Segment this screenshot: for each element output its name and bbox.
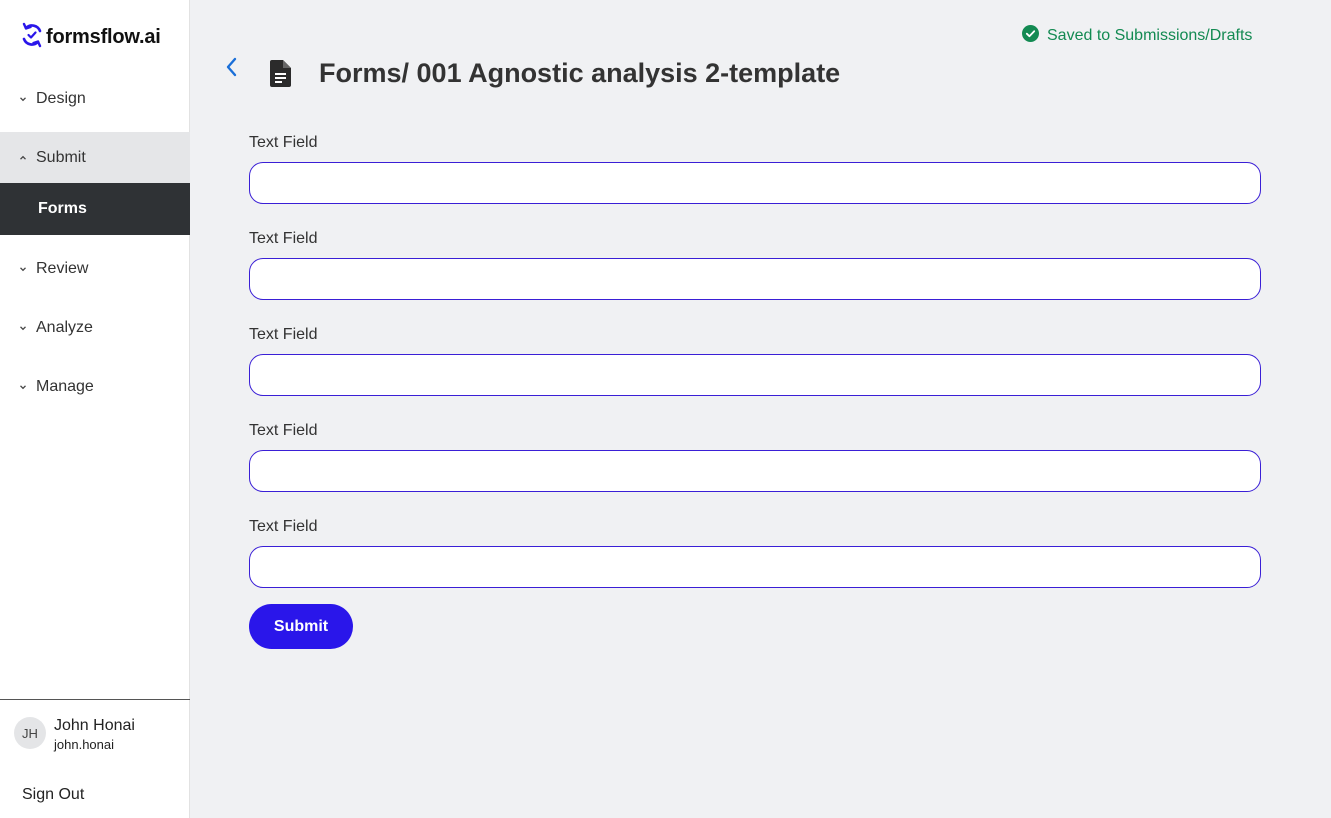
sign-out-link[interactable]: Sign Out bbox=[22, 786, 84, 804]
chevron-up-icon bbox=[17, 152, 29, 164]
field-label: Text Field bbox=[249, 518, 318, 535]
user-username: john.honai bbox=[54, 737, 114, 752]
sidebar-item-label: Review bbox=[36, 259, 89, 277]
text-field-input-4[interactable] bbox=[249, 450, 1261, 492]
chevron-down-icon bbox=[17, 322, 29, 334]
sidebar: formsflow.ai Design Submit Forms Review … bbox=[0, 0, 190, 818]
field-label: Text Field bbox=[249, 230, 318, 247]
sidebar-item-label: Design bbox=[36, 89, 86, 107]
sidebar-subitem-forms[interactable]: Forms bbox=[0, 183, 190, 235]
check-circle-icon bbox=[1022, 25, 1039, 47]
chevron-left-icon bbox=[225, 57, 237, 82]
text-field-input-3[interactable] bbox=[249, 354, 1261, 396]
field-label: Text Field bbox=[249, 422, 318, 439]
submit-button[interactable]: Submit bbox=[249, 604, 353, 649]
sidebar-item-manage[interactable]: Manage bbox=[0, 361, 190, 412]
sidebar-item-label: Submit bbox=[36, 148, 86, 166]
save-status: Saved to Submissions/Drafts bbox=[1022, 25, 1252, 47]
user-name: John Honai bbox=[54, 717, 135, 734]
logo-text: formsflow.ai bbox=[46, 26, 161, 48]
back-button[interactable] bbox=[220, 56, 242, 82]
sidebar-item-review[interactable]: Review bbox=[0, 243, 190, 294]
sidebar-item-submit[interactable]: Submit bbox=[0, 132, 190, 183]
logo[interactable]: formsflow.ai bbox=[21, 22, 161, 53]
page-title: Forms/ 001 Agnostic analysis 2-template bbox=[319, 58, 840, 89]
chevron-down-icon bbox=[17, 93, 29, 105]
sidebar-footer: JH John Honai john.honai Sign Out bbox=[0, 699, 190, 803]
field-label: Text Field bbox=[249, 134, 318, 151]
text-field-input-1[interactable] bbox=[249, 162, 1261, 204]
text-field-input-2[interactable] bbox=[249, 258, 1261, 300]
sidebar-item-label: Manage bbox=[36, 377, 94, 395]
field-label: Text Field bbox=[249, 326, 318, 343]
text-field-input-5[interactable] bbox=[249, 546, 1261, 588]
sidebar-item-analyze[interactable]: Analyze bbox=[0, 302, 190, 353]
chevron-down-icon bbox=[17, 263, 29, 275]
breadcrumb-root[interactable]: Forms/ bbox=[319, 58, 409, 88]
form-name: 001 Agnostic analysis 2-template bbox=[409, 58, 841, 88]
sidebar-item-label: Analyze bbox=[36, 318, 93, 336]
chevron-down-icon bbox=[17, 381, 29, 393]
document-icon bbox=[270, 60, 291, 92]
avatar[interactable]: JH bbox=[14, 717, 46, 749]
sidebar-item-design[interactable]: Design bbox=[0, 73, 190, 124]
formsflow-sync-icon bbox=[21, 22, 43, 53]
save-status-text: Saved to Submissions/Drafts bbox=[1047, 27, 1253, 44]
